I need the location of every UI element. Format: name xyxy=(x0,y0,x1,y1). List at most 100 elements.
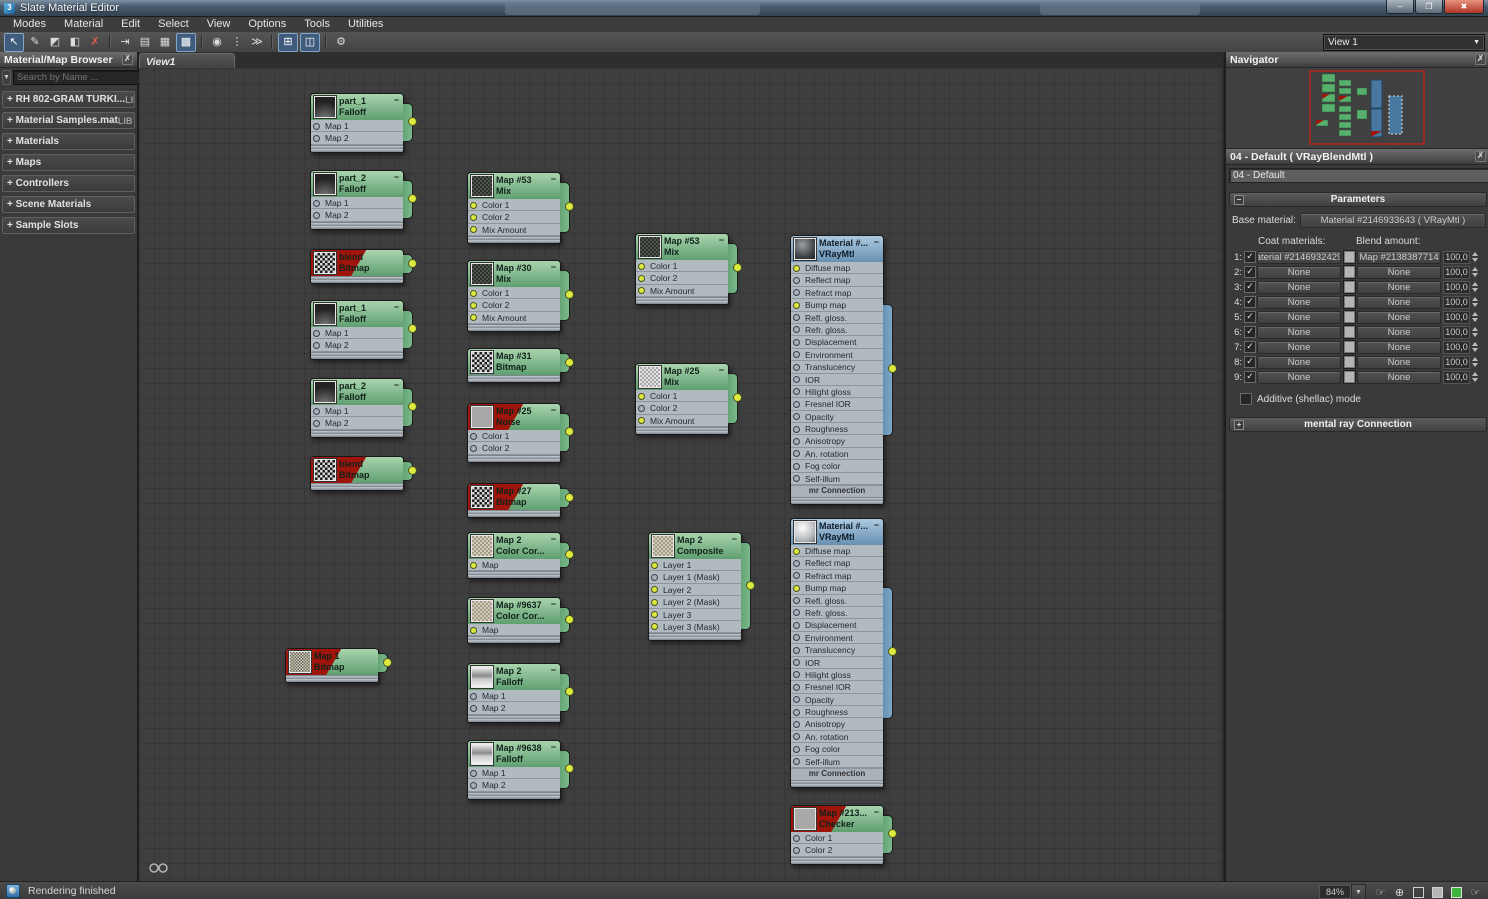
additive-shellac-checkbox[interactable] xyxy=(1240,393,1252,405)
input-socket[interactable] xyxy=(793,572,800,580)
input-socket[interactable] xyxy=(313,122,320,130)
blend-map-button[interactable]: None xyxy=(1357,355,1441,369)
input-socket[interactable] xyxy=(651,573,658,581)
input-socket[interactable] xyxy=(470,213,477,221)
coat-color-swatch[interactable] xyxy=(1343,250,1356,264)
slot-opacity[interactable]: Opacity xyxy=(791,410,883,424)
slot-hilight-gloss[interactable]: Hilight gloss xyxy=(791,385,883,399)
node-header[interactable]: Map #30 Mix − xyxy=(468,261,560,287)
slot-displacement[interactable]: Displacement xyxy=(791,619,883,632)
input-socket[interactable] xyxy=(793,646,800,654)
spinner-up-icon[interactable] xyxy=(1472,372,1478,376)
menu-view[interactable]: View xyxy=(198,17,240,32)
node-header[interactable]: part_1 Falloff − xyxy=(311,301,403,327)
slot-hilight-gloss[interactable]: Hilight gloss xyxy=(791,668,883,682)
input-socket[interactable] xyxy=(793,708,800,716)
input-socket[interactable] xyxy=(651,586,658,594)
input-socket[interactable] xyxy=(313,134,320,142)
input-socket[interactable] xyxy=(651,623,658,631)
blend-amount-value[interactable]: 100,0 xyxy=(1443,250,1470,264)
slot-color-1[interactable]: Color 1 xyxy=(468,430,560,443)
blend-amount-spinner[interactable] xyxy=(1472,296,1480,308)
output-socket[interactable] xyxy=(408,116,417,126)
slot-color-2[interactable]: Color 2 xyxy=(636,272,728,285)
navigator-minimap[interactable] xyxy=(1226,68,1488,149)
input-socket[interactable] xyxy=(793,597,800,605)
output-socket[interactable] xyxy=(565,492,574,502)
input-socket[interactable] xyxy=(313,407,320,415)
input-socket[interactable] xyxy=(793,413,800,421)
node-map-9638[interactable]: Map #9638 Falloff − Map 1 Map 2 xyxy=(467,740,574,800)
input-socket[interactable] xyxy=(793,671,800,679)
input-socket[interactable] xyxy=(651,611,658,619)
input-socket[interactable] xyxy=(313,419,320,427)
collapse-icon[interactable]: − xyxy=(719,365,724,375)
input-socket[interactable] xyxy=(793,301,800,309)
input-socket[interactable] xyxy=(793,683,800,691)
slot-bump-map[interactable]: Bump map xyxy=(791,299,883,312)
input-socket[interactable] xyxy=(793,720,800,728)
node-map-9637[interactable]: Map #9637 Color Cor... − Map xyxy=(467,597,574,645)
slot-fresnel-ior[interactable]: Fresnel IOR xyxy=(791,681,883,694)
blend-amount-spinner[interactable] xyxy=(1472,356,1480,368)
input-socket[interactable] xyxy=(793,363,800,371)
coat-color-swatch[interactable] xyxy=(1343,280,1356,294)
output-socket[interactable] xyxy=(888,364,897,374)
slot-map[interactable]: Map xyxy=(468,624,560,637)
slot-color-1[interactable]: Color 1 xyxy=(791,832,883,845)
collapse-icon[interactable]: − xyxy=(874,237,879,247)
input-socket[interactable] xyxy=(793,834,800,842)
coat-material-button[interactable]: None xyxy=(1257,340,1341,354)
output-socket[interactable] xyxy=(565,686,574,696)
node-header[interactable]: Material #... VRayMtl − xyxy=(791,519,883,545)
menu-tools[interactable]: Tools xyxy=(295,17,339,32)
output-socket[interactable] xyxy=(565,763,574,773)
input-socket[interactable] xyxy=(793,547,800,555)
blend-amount-spinner[interactable] xyxy=(1472,251,1480,263)
tab-view1[interactable]: View1 xyxy=(139,53,235,69)
node-header[interactable]: Map #53 Mix − xyxy=(636,234,728,260)
spinner-down-icon[interactable] xyxy=(1472,378,1478,382)
node-header[interactable]: Map #53 Mix − xyxy=(468,173,560,199)
spinner-up-icon[interactable] xyxy=(1472,267,1478,271)
zoom-level-dropdown[interactable]: ▼ xyxy=(1351,884,1366,899)
node-part-1[interactable]: part_1 Falloff − Map 1 Map 2 xyxy=(310,300,417,360)
output-socket[interactable] xyxy=(888,647,897,657)
node-blend[interactable]: blend Bitmap xyxy=(310,249,417,284)
input-socket[interactable] xyxy=(638,274,645,282)
slot-map[interactable]: Map xyxy=(468,559,560,572)
show-shaded-material-in-viewport-icon[interactable]: ◉ xyxy=(208,34,226,51)
browser-item[interactable]: + Sample Slots xyxy=(2,217,135,234)
zoom-level-value[interactable]: 84% xyxy=(1319,885,1351,899)
node-map-53[interactable]: Map #53 Mix − Color 1 Color 2 Mix Amount xyxy=(635,233,742,306)
slot-environment[interactable]: Environment xyxy=(791,631,883,645)
output-socket[interactable] xyxy=(408,193,417,203)
menu-utilities[interactable]: Utilities xyxy=(339,17,392,32)
pan-to-selection-icon[interactable]: ☞ xyxy=(1467,885,1484,899)
hide-unused-nodeslots-icon[interactable]: ▤ xyxy=(136,34,154,51)
slot-self-illum[interactable]: Self-illum xyxy=(791,755,883,769)
put-material-to-scene-icon[interactable]: ◧ xyxy=(66,34,84,51)
slot-map-1[interactable]: Map 1 xyxy=(311,405,403,418)
input-socket[interactable] xyxy=(470,301,477,309)
input-socket[interactable] xyxy=(793,351,800,359)
node-header[interactable]: Map #9637 Color Cor... − xyxy=(468,598,560,624)
node-header[interactable]: Map #31 Bitmap xyxy=(468,349,560,375)
coat-enabled-checkbox[interactable]: ✓ xyxy=(1244,356,1256,368)
input-socket[interactable] xyxy=(313,329,320,337)
coat-material-button[interactable]: None xyxy=(1257,295,1341,309)
spinner-up-icon[interactable] xyxy=(1472,252,1478,256)
mr-connection-rollout[interactable]: mr Connection xyxy=(791,485,883,498)
node-header[interactable]: Map #27 Bitmap xyxy=(468,484,560,510)
input-socket[interactable] xyxy=(638,262,645,270)
output-socket[interactable] xyxy=(888,828,897,838)
input-socket[interactable] xyxy=(793,326,800,334)
input-socket[interactable] xyxy=(651,598,658,606)
input-socket[interactable] xyxy=(470,444,477,452)
input-socket[interactable] xyxy=(470,201,477,209)
slot-color-2[interactable]: Color 2 xyxy=(791,844,883,857)
node-header[interactable]: Map #25 Mix − xyxy=(636,364,728,390)
zoom-region-icon[interactable] xyxy=(1410,885,1427,899)
coat-color-swatch[interactable] xyxy=(1343,310,1356,324)
blend-amount-value[interactable]: 100,0 xyxy=(1443,340,1470,354)
